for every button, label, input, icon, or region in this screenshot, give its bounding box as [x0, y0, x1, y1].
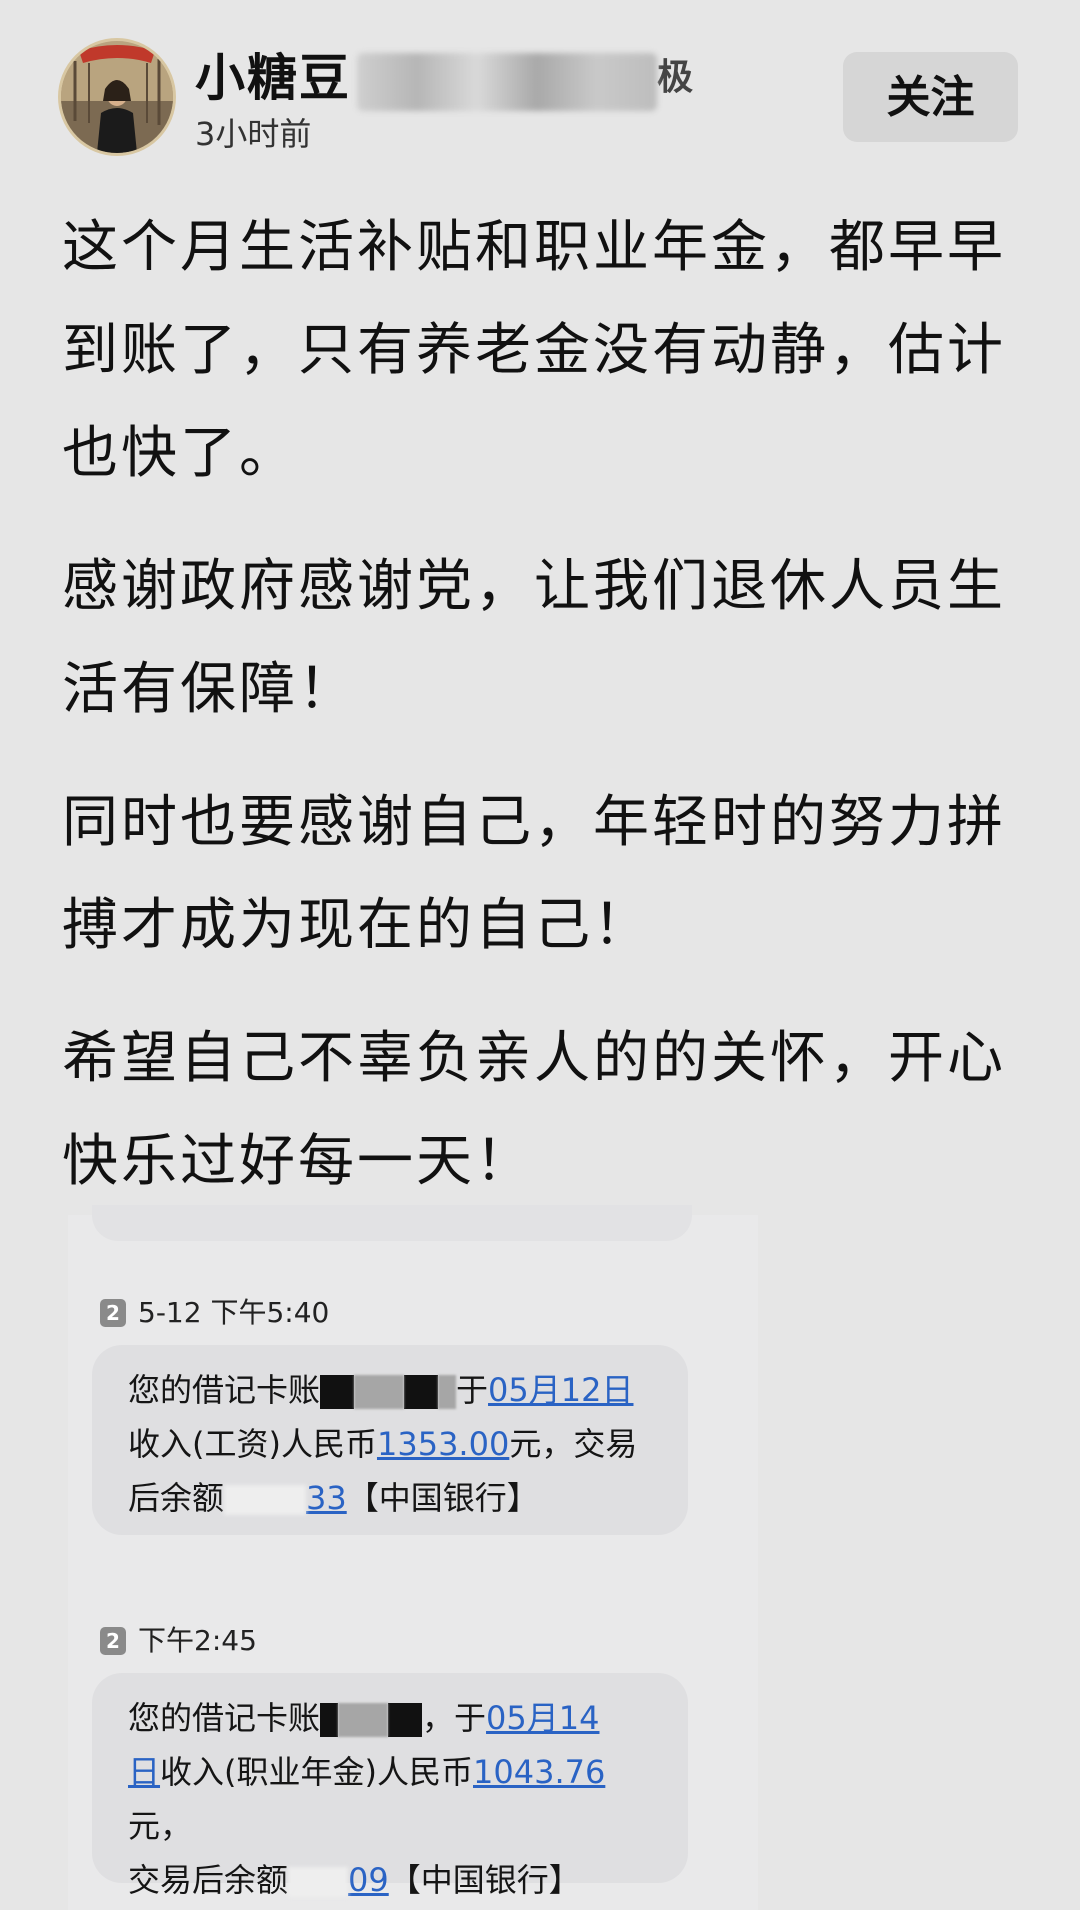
message-meta: 2 5-12 下午5:40	[100, 1295, 329, 1331]
redaction	[288, 1867, 349, 1897]
post-paragraph: 希望自己不辜负亲人的的关怀，开心快乐过好每一天！	[62, 1026, 1006, 1194]
username-suffix: 极	[657, 57, 696, 98]
sms-text: 元，交易	[509, 1425, 638, 1463]
balance-link[interactable]: 33	[306, 1479, 347, 1517]
sms-text: 后余额	[128, 1479, 225, 1517]
redaction	[404, 1375, 439, 1409]
redaction	[224, 1485, 307, 1515]
sms-text: 您的借记卡账	[128, 1371, 321, 1409]
redaction	[354, 1375, 405, 1409]
redaction	[320, 1703, 339, 1737]
sms-text: 您的借记卡账	[128, 1699, 321, 1737]
sms-text: 收入(职业年金)人民币	[160, 1753, 473, 1791]
sms-line: 日收入(职业年金)人民币1043.76 元，	[128, 1745, 652, 1853]
username[interactable]: 小糖豆 极	[195, 46, 696, 111]
avatar[interactable]	[58, 38, 176, 156]
redaction	[338, 1703, 389, 1737]
sms-text: 于	[456, 1371, 489, 1409]
amount-link[interactable]: 1353.00	[377, 1425, 509, 1463]
embedded-sms-screenshot[interactable]: 2 5-12 下午5:40 您的借记卡账 于05月12日 收入(工资)人民币135…	[68, 1205, 758, 1910]
date-link[interactable]: 05月12日	[488, 1371, 633, 1409]
redaction	[320, 1375, 355, 1409]
follow-button[interactable]: 关注	[843, 52, 1018, 142]
username-redaction	[357, 52, 657, 111]
balance-link[interactable]: 09	[348, 1861, 389, 1899]
date-link[interactable]: 日	[128, 1753, 160, 1791]
post-timestamp: 3小时前	[195, 115, 312, 153]
amount-link[interactable]: 1043.76	[473, 1753, 605, 1791]
sms-line: 后余额 33【中国银行】	[128, 1471, 652, 1525]
username-text: 小糖豆	[195, 49, 351, 107]
avatar-photo	[61, 41, 173, 153]
post-body: 这个月生活补贴和职业年金，都早早到账了，只有养老金没有动静，估计也快了。 感谢政…	[62, 196, 1022, 1243]
bank-name: 【中国银行】	[346, 1479, 539, 1517]
message-time: 5-12 下午5:40	[138, 1296, 330, 1329]
bank-name: 【中国银行】	[388, 1861, 581, 1899]
sms-text: ，于	[422, 1699, 487, 1737]
post-header: 小糖豆 极 3小时前 关注	[0, 0, 1080, 170]
sms-bubble[interactable]: 您的借记卡账 ，于05月14 日收入(职业年金)人民币1043.76 元， 交易后余…	[92, 1673, 688, 1899]
redaction	[438, 1375, 457, 1409]
sms-line: 收入(工资)人民币1353.00元，交易	[128, 1417, 652, 1471]
sms-line: 交易后余额 09【中国银行】	[128, 1853, 652, 1907]
sms-text: 交易后余额	[128, 1861, 289, 1899]
date-link[interactable]: 05月14	[486, 1699, 599, 1737]
sms-text: 元，	[128, 1807, 193, 1845]
sms-line: 您的借记卡账 ，于05月14	[128, 1691, 652, 1745]
sms-line: 您的借记卡账 于05月12日	[128, 1363, 652, 1417]
post-paragraph: 这个月生活补贴和职业年金，都早早到账了，只有养老金没有动静，估计也快了。	[62, 215, 1006, 486]
sms-text: 收入(工资)人民币	[128, 1425, 377, 1463]
message-time: 下午2:45	[138, 1624, 257, 1657]
redaction	[388, 1703, 423, 1737]
sim-card-2-icon: 2	[100, 1627, 126, 1655]
message-meta: 2 下午2:45	[100, 1623, 257, 1659]
previous-message-edge	[92, 1205, 692, 1241]
post-paragraph: 感谢政府感谢党，让我们退休人员生活有保障！	[62, 554, 1006, 722]
sms-bubble[interactable]: 您的借记卡账 于05月12日 收入(工资)人民币1353.00元，交易 后余额 33…	[92, 1345, 688, 1535]
post-paragraph: 同时也要感谢自己，年轻时的努力拼搏才成为现在的自己！	[62, 790, 1006, 958]
sim-card-2-icon: 2	[100, 1299, 126, 1327]
